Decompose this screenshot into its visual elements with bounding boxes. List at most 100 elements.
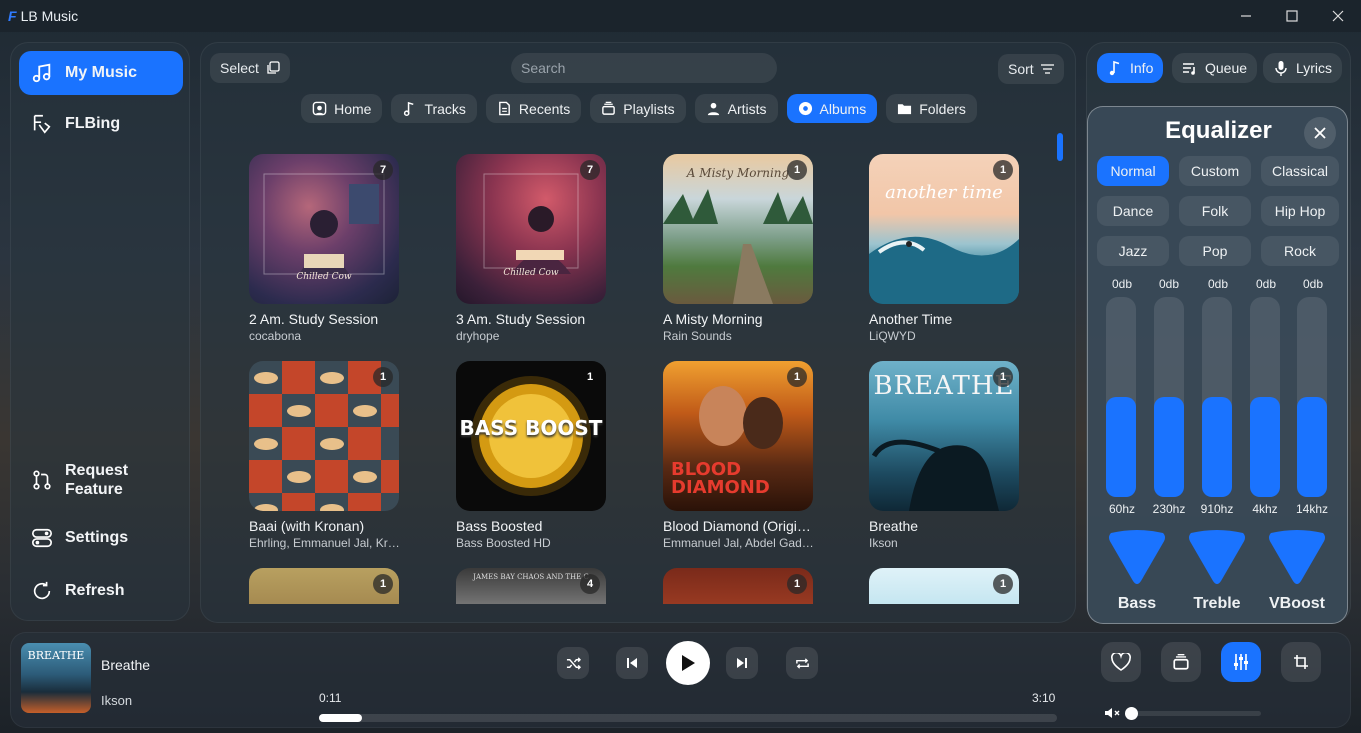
tab-playlists[interactable]: Playlists bbox=[590, 94, 686, 123]
select-button[interactable]: Select bbox=[210, 53, 290, 83]
preset-folk[interactable]: Folk bbox=[1179, 196, 1251, 226]
track-count-badge: 7 bbox=[580, 160, 600, 180]
sidebar-item-settings[interactable]: Settings bbox=[19, 516, 183, 560]
next-button[interactable] bbox=[726, 647, 758, 679]
album-card[interactable]: 1 Baai (with Kronan) Ehrling, Emmanuel J… bbox=[249, 361, 400, 550]
sidebar-item-my-music[interactable]: My Music bbox=[19, 51, 183, 95]
album-artist: Emmanuel Jal, Abdel Gad… bbox=[663, 536, 814, 550]
sidebar-item-flbing[interactable]: FLBing bbox=[19, 102, 183, 146]
tab-label: Tracks bbox=[424, 100, 466, 117]
tab-albums[interactable]: Albums bbox=[786, 94, 878, 123]
tab-tracks[interactable]: Tracks bbox=[391, 94, 477, 123]
album-card[interactable]: Chilled Cow 7 3 Am. Study Session dryhop… bbox=[456, 154, 606, 343]
track-count-badge: 7 bbox=[373, 160, 393, 180]
preset-rock[interactable]: Rock bbox=[1261, 236, 1339, 266]
album-card[interactable]: BASS BOOST 1 Bass Boosted Bass Boosted H… bbox=[456, 361, 606, 550]
volume-knob[interactable] bbox=[1125, 707, 1138, 720]
band-slider-230hz[interactable] bbox=[1154, 297, 1184, 497]
preset-jazz[interactable]: Jazz bbox=[1097, 236, 1169, 266]
preset-normal[interactable]: Normal bbox=[1097, 156, 1169, 186]
album-title: Another Time bbox=[869, 311, 953, 327]
tab-lyrics[interactable]: Lyrics bbox=[1263, 53, 1343, 83]
pull-request-icon bbox=[33, 470, 51, 490]
sidebar-item-refresh[interactable]: Refresh bbox=[19, 569, 183, 613]
album-artist: LiQWYD bbox=[869, 329, 916, 343]
favorite-button[interactable] bbox=[1101, 642, 1141, 682]
tab-label: Folders bbox=[919, 100, 966, 117]
band-slider-60hz[interactable] bbox=[1106, 297, 1136, 497]
equalizer-close-button[interactable] bbox=[1304, 117, 1336, 149]
album-cover: JAMES BAY CHAOS AND THE C 4 bbox=[456, 568, 606, 604]
album-cover: 1 bbox=[249, 361, 399, 511]
treble-knob-label: Treble bbox=[1193, 595, 1241, 612]
album-artist: dryhope bbox=[456, 329, 500, 343]
tab-folders[interactable]: Folders bbox=[886, 94, 977, 123]
close-window-button[interactable] bbox=[1315, 0, 1361, 32]
tab-recents[interactable]: Recents bbox=[485, 94, 582, 123]
crop-icon bbox=[1294, 655, 1308, 669]
previous-button[interactable] bbox=[616, 647, 648, 679]
mini-player-button[interactable] bbox=[1281, 642, 1321, 682]
band-slider-4khz[interactable] bbox=[1250, 297, 1280, 497]
tab-queue[interactable]: Queue bbox=[1172, 53, 1258, 83]
band-slider-910hz[interactable] bbox=[1202, 297, 1232, 497]
now-playing-title: Breathe bbox=[101, 657, 151, 673]
album-card[interactable]: Chilled Cow 7 2 Am. Study Session cocabo… bbox=[249, 154, 399, 343]
album-card[interactable]: JAMES BAY CHAOS AND THE C 4 bbox=[456, 568, 606, 604]
album-card[interactable]: BREATHE 1 Breathe Ikson bbox=[869, 361, 1019, 550]
track-count-badge: 1 bbox=[993, 574, 1013, 594]
volume-icon[interactable] bbox=[1104, 705, 1120, 721]
now-playing-cover[interactable]: BREATHE bbox=[21, 643, 91, 713]
add-to-playlist-button[interactable] bbox=[1161, 642, 1201, 682]
bass-knob-label: Bass bbox=[1117, 595, 1157, 612]
tab-info[interactable]: Info bbox=[1097, 53, 1164, 83]
album-cover: 1 bbox=[869, 568, 1019, 604]
preset-hip-hop[interactable]: Hip Hop bbox=[1261, 196, 1339, 226]
track-count-badge: 1 bbox=[787, 160, 807, 180]
vboost-knob[interactable] bbox=[1265, 527, 1329, 585]
band-slider-14khz[interactable] bbox=[1297, 297, 1327, 497]
repeat-icon bbox=[795, 657, 809, 669]
preset-custom[interactable]: Custom bbox=[1179, 156, 1251, 186]
document-icon bbox=[499, 101, 510, 116]
progress-slider[interactable] bbox=[319, 714, 1057, 722]
album-artist: Bass Boosted HD bbox=[456, 536, 551, 550]
treble-knob[interactable] bbox=[1185, 527, 1249, 585]
tab-artists[interactable]: Artists bbox=[694, 94, 778, 123]
album-cover: BLOOD DIAMOND 1 bbox=[663, 361, 813, 511]
volume-slider[interactable] bbox=[1131, 711, 1261, 716]
search-input[interactable] bbox=[511, 53, 777, 83]
minimize-button[interactable] bbox=[1223, 0, 1269, 32]
album-card[interactable]: 1 bbox=[663, 568, 813, 604]
band-freq-label: 4khz bbox=[1252, 502, 1278, 516]
player-bar: BREATHE Breathe Ikson 0:11 3:10 bbox=[10, 632, 1351, 728]
track-count-badge: 1 bbox=[373, 367, 393, 387]
sidebar-item-request-feature[interactable]: Request Feature bbox=[19, 455, 183, 505]
play-button[interactable] bbox=[666, 641, 710, 685]
album-artist: cocabona bbox=[249, 329, 302, 343]
repeat-button[interactable] bbox=[786, 647, 818, 679]
flbing-icon bbox=[33, 114, 51, 134]
tab-home[interactable]: Home bbox=[301, 94, 383, 123]
select-copy-icon bbox=[267, 61, 280, 74]
folder-icon bbox=[898, 104, 912, 115]
preset-pop[interactable]: Pop bbox=[1179, 236, 1251, 266]
shuffle-button[interactable] bbox=[557, 647, 589, 679]
grid-scrollbar-thumb[interactable] bbox=[1057, 133, 1063, 161]
band-freq-label: 14khz bbox=[1295, 502, 1329, 516]
sort-button[interactable]: Sort bbox=[998, 54, 1064, 84]
album-card[interactable]: 1 bbox=[869, 568, 1019, 604]
bass-knob[interactable] bbox=[1105, 527, 1169, 585]
sidebar: My Music FLBing Request Feature Settings… bbox=[10, 42, 190, 621]
total-time: 3:10 bbox=[1032, 691, 1056, 705]
preset-dance[interactable]: Dance bbox=[1097, 196, 1169, 226]
close-icon bbox=[1314, 127, 1326, 139]
album-card[interactable]: A Misty Morning 1 A Misty Morning Rain S… bbox=[663, 154, 813, 343]
cover-text: BASS BOOST bbox=[459, 416, 603, 440]
equalizer-button[interactable] bbox=[1221, 642, 1261, 682]
maximize-button[interactable] bbox=[1269, 0, 1315, 32]
preset-classical[interactable]: Classical bbox=[1261, 156, 1339, 186]
album-card[interactable]: 1 bbox=[249, 568, 399, 604]
album-card[interactable]: BLOOD DIAMOND 1 Blood Diamond (Origi… Em… bbox=[663, 361, 814, 550]
album-card[interactable]: another time 1 Another Time LiQWYD bbox=[869, 154, 1019, 343]
